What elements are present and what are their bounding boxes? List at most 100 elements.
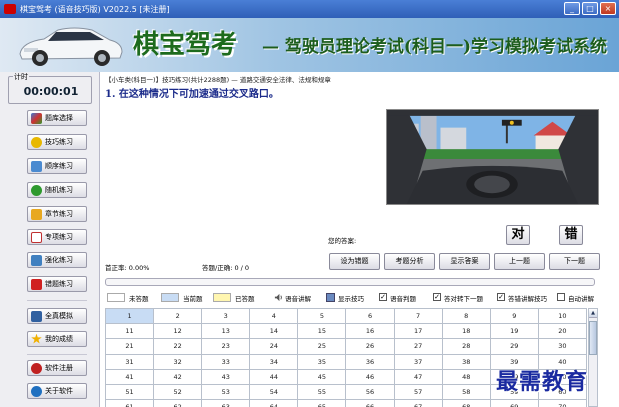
question-number-cell[interactable]: 53 <box>201 383 251 401</box>
question-number-cell[interactable]: 58 <box>441 383 491 401</box>
question-number-cell[interactable]: 6 <box>345 307 395 325</box>
question-number-cell[interactable]: 24 <box>249 338 299 355</box>
question-number-cell[interactable]: 32 <box>153 353 203 370</box>
sidebar-item-special-practice[interactable]: 专项练习 <box>27 229 87 245</box>
question-number-cell[interactable]: 30 <box>537 338 588 355</box>
question-number-cell[interactable]: 1 <box>104 307 155 325</box>
voice-judge-checkbox[interactable]: ✓ <box>379 293 387 301</box>
minimize-button[interactable]: _ <box>564 2 580 15</box>
question-number-cell[interactable]: 31 <box>104 353 155 370</box>
question-number-cell[interactable]: 3 <box>201 307 251 325</box>
question-number-cell[interactable]: 52 <box>153 383 203 401</box>
mark-wrong-button[interactable]: 设为错题 <box>329 253 380 270</box>
question-number-cell[interactable]: 10 <box>537 307 588 325</box>
question-number-cell[interactable]: 43 <box>201 368 251 385</box>
question-number-cell[interactable]: 8 <box>441 307 491 325</box>
legend-unanswered: 未答题 <box>129 295 149 303</box>
scroll-up-icon[interactable]: ▲ <box>589 309 597 318</box>
question-number-cell[interactable]: 34 <box>249 353 299 370</box>
answer-wrong-button[interactable]: 错 <box>559 225 583 245</box>
question-number-cell[interactable]: 19 <box>489 323 539 340</box>
question-number-cell[interactable]: 38 <box>441 353 491 370</box>
question-number-cell[interactable]: 63 <box>201 399 251 407</box>
question-number-cell[interactable]: 57 <box>393 383 443 401</box>
question-number-cell[interactable]: 47 <box>393 368 443 385</box>
timer-value: 00:00:01 <box>23 85 79 98</box>
question-number-cell[interactable]: 64 <box>249 399 299 407</box>
question-number-cell[interactable]: 51 <box>104 383 155 401</box>
speaker-icon[interactable] <box>274 293 283 302</box>
question-number-cell[interactable]: 20 <box>537 323 588 340</box>
auto-explain-checkbox[interactable] <box>557 293 565 301</box>
question-number-cell[interactable]: 17 <box>393 323 443 340</box>
question-number-cell[interactable]: 35 <box>297 353 347 370</box>
close-button[interactable]: × <box>600 2 616 15</box>
question-number-cell[interactable]: 36 <box>345 353 395 370</box>
show-answer-button[interactable]: 显示答案 <box>439 253 490 270</box>
sidebar-item-sequential-practice[interactable]: 顺序练习 <box>27 158 87 174</box>
question-number-cell[interactable]: 55 <box>297 383 347 401</box>
question-number-cell[interactable]: 12 <box>153 323 203 340</box>
sidebar-item-chapter-practice[interactable]: 章节练习 <box>27 206 87 222</box>
sidebar-item-wrong-practice[interactable]: 错题练习 <box>27 276 87 292</box>
question-number-cell[interactable]: 70 <box>537 399 588 407</box>
question-number-cell[interactable]: 48 <box>441 368 491 385</box>
sidebar-item-about[interactable]: 关于软件 <box>27 383 87 399</box>
grid-scrollbar[interactable]: ▲ <box>588 308 598 407</box>
question-number-cell[interactable]: 25 <box>297 338 347 355</box>
question-number-cell[interactable]: 66 <box>345 399 395 407</box>
wrong-explain-checkbox[interactable]: ✓ <box>497 293 505 301</box>
sidebar-item-random-practice[interactable]: 随机练习 <box>27 182 87 198</box>
question-number-cell[interactable]: 11 <box>104 323 155 340</box>
question-number-cell[interactable]: 15 <box>297 323 347 340</box>
question-number-cell[interactable]: 7 <box>393 307 443 325</box>
prev-question-button[interactable]: 上一题 <box>494 253 545 270</box>
question-number-cell[interactable]: 14 <box>249 323 299 340</box>
key-icon <box>31 362 42 374</box>
question-number-cell[interactable]: 21 <box>104 338 155 355</box>
show-tips-label[interactable]: 显示技巧 <box>338 293 364 303</box>
sidebar-item-register[interactable]: 软件注册 <box>27 360 87 376</box>
question-number-cell[interactable]: 26 <box>345 338 395 355</box>
question-number-cell[interactable]: 61 <box>104 399 155 407</box>
sidebar-item-tips-practice[interactable]: 技巧练习 <box>27 134 87 150</box>
question-number-cell[interactable]: 27 <box>393 338 443 355</box>
question-number-cell[interactable]: 5 <box>297 307 347 325</box>
question-number-cell[interactable]: 45 <box>297 368 347 385</box>
question-number-cell[interactable]: 54 <box>249 383 299 401</box>
question-number-cell[interactable]: 62 <box>153 399 203 407</box>
question-number-cell[interactable]: 4 <box>249 307 299 325</box>
question-number-cell[interactable]: 16 <box>345 323 395 340</box>
question-number-cell[interactable]: 18 <box>441 323 491 340</box>
question-number-cell[interactable]: 2 <box>153 307 203 325</box>
voice-explain-label[interactable]: 语音讲解 <box>285 293 311 303</box>
question-number-cell[interactable]: 23 <box>201 338 251 355</box>
question-number-cell[interactable]: 13 <box>201 323 251 340</box>
scroll-thumb[interactable] <box>589 321 597 355</box>
analysis-button[interactable]: 考题分析 <box>384 253 435 270</box>
question-number-cell[interactable]: 44 <box>249 368 299 385</box>
question-number-cell[interactable]: 68 <box>441 399 491 407</box>
question-number-cell[interactable]: 28 <box>441 338 491 355</box>
sidebar-item-mock-exam[interactable]: 全真模拟 <box>27 308 87 324</box>
sidebar-item-my-scores[interactable]: 我的成绩 <box>27 331 87 347</box>
question-number-cell[interactable]: 56 <box>345 383 395 401</box>
question-number-cell[interactable]: 22 <box>153 338 203 355</box>
question-number-cell[interactable]: 37 <box>393 353 443 370</box>
question-number-cell[interactable]: 9 <box>489 307 539 325</box>
question-number-cell[interactable]: 41 <box>104 368 155 385</box>
tips-icon[interactable] <box>326 293 335 302</box>
question-number-cell[interactable]: 67 <box>393 399 443 407</box>
question-number-cell[interactable]: 65 <box>297 399 347 407</box>
next-question-button[interactable]: 下一题 <box>549 253 600 270</box>
question-number-cell[interactable]: 69 <box>489 399 539 407</box>
sidebar-item-intensive-practice[interactable]: 强化练习 <box>27 252 87 268</box>
answer-correct-button[interactable]: 对 <box>506 225 530 245</box>
question-number-cell[interactable]: 42 <box>153 368 203 385</box>
maximize-button[interactable]: □ <box>582 2 598 15</box>
question-number-cell[interactable]: 29 <box>489 338 539 355</box>
auto-next-checkbox[interactable]: ✓ <box>433 293 441 301</box>
sidebar-item-bank-select[interactable]: 题库选择 <box>27 110 87 126</box>
question-number-cell[interactable]: 46 <box>345 368 395 385</box>
question-number-cell[interactable]: 33 <box>201 353 251 370</box>
